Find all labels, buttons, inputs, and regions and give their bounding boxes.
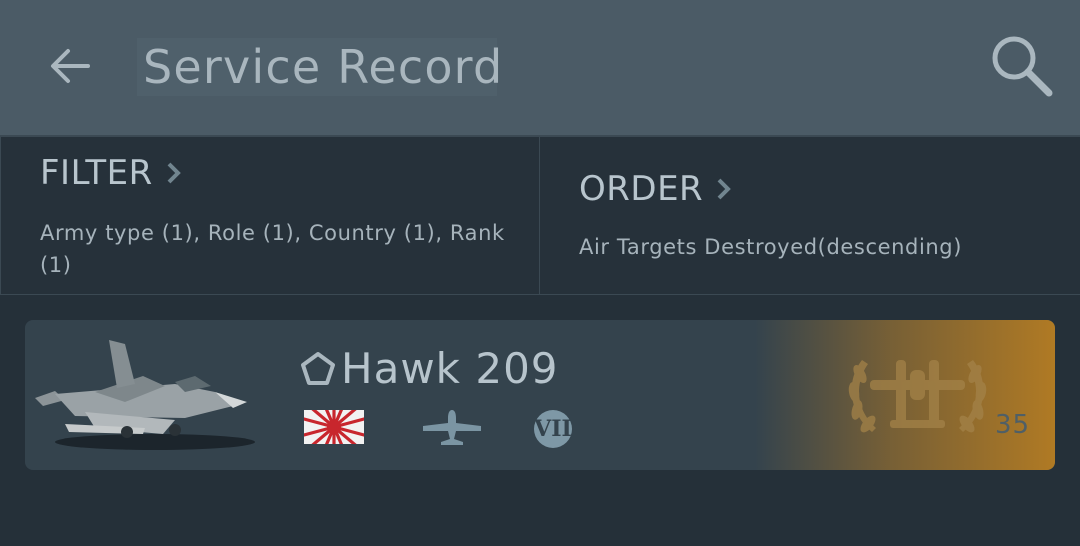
chevron-right-icon: [717, 178, 732, 200]
air-targets-destroyed-count: 35: [995, 410, 1031, 440]
sort-filter-bar: FILTER Army type (1), Role (1), Country …: [0, 136, 1080, 295]
title-container: Service Record: [137, 38, 502, 96]
laurel-aircraft-emblem-icon: [848, 360, 987, 433]
vehicle-card[interactable]: Hawk 209 VII 35: [25, 320, 1055, 470]
vehicle-thumbnail: [35, 340, 255, 450]
order-heading: ORDER: [579, 169, 733, 209]
app-header: Service Record: [0, 0, 1080, 136]
vehicle-name: Hawk 209: [341, 344, 559, 393]
pentagon-icon: [301, 351, 335, 385]
back-button[interactable]: [44, 40, 96, 92]
page-title: Service Record: [143, 40, 504, 94]
rank-badge: VII: [534, 410, 572, 448]
japan-rising-sun-flag-icon: [304, 410, 364, 444]
vehicle-title: Hawk 209: [299, 344, 559, 393]
search-button[interactable]: [984, 30, 1060, 102]
filter-summary: Army type (1), Role (1), Country (1), Ra…: [40, 221, 505, 277]
filter-heading: FILTER: [40, 153, 183, 193]
order-panel[interactable]: ORDER Air Targets Destroyed(descending): [540, 137, 1080, 294]
filter-panel[interactable]: FILTER Army type (1), Role (1), Country …: [0, 137, 540, 294]
fighter-plane-icon: [423, 410, 481, 445]
order-summary: Air Targets Destroyed(descending): [579, 235, 963, 259]
arrow-left-icon: [51, 49, 90, 83]
order-label: ORDER: [579, 169, 704, 209]
search-icon: [992, 36, 1053, 97]
chevron-right-icon: [167, 162, 181, 184]
filter-label: FILTER: [40, 153, 153, 193]
